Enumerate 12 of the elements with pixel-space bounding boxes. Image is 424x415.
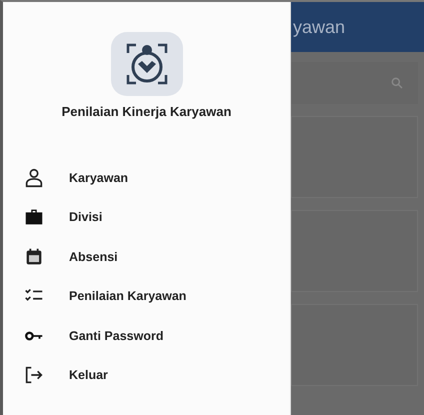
search-icon[interactable]: [390, 76, 404, 90]
menu-item[interactable]: Divisi: [69, 210, 102, 224]
app-title: Penilaian Kinerja Karyawan: [62, 104, 232, 119]
menu-item[interactable]: Absensi: [69, 250, 118, 264]
screen-title: yawan: [293, 16, 346, 38]
menu-item[interactable]: Karyawan: [69, 170, 128, 185]
search-field[interactable]: [291, 62, 418, 104]
menu-item[interactable]: Ganti Password: [69, 328, 164, 343]
app-logo: [110, 32, 182, 96]
menu-item[interactable]: Keluar: [69, 368, 108, 382]
person-icon: [23, 166, 45, 189]
menu-item[interactable]: Penilaian Karyawan: [69, 289, 186, 304]
